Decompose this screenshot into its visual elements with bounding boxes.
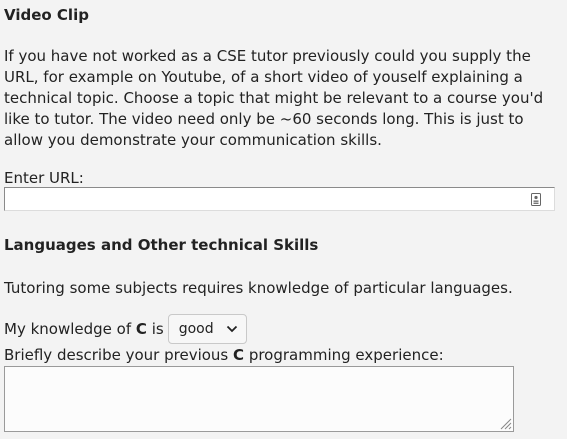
experience-label: Briefly describe your previous C program… bbox=[4, 345, 444, 365]
describe-suffix: programming experience: bbox=[248, 346, 444, 364]
experience-textarea[interactable] bbox=[5, 367, 513, 431]
video-clip-instructions: If you have not worked as a CSE tutor pr… bbox=[4, 47, 544, 149]
knowledge-row: My knowledge of C is good bbox=[4, 314, 247, 344]
knowledge-language: C bbox=[135, 320, 147, 338]
resize-grip-icon[interactable] bbox=[498, 416, 512, 430]
knowledge-level-value: good bbox=[178, 321, 214, 337]
knowledge-level-select[interactable]: good bbox=[167, 314, 247, 344]
knowledge-prefix: My knowledge of bbox=[4, 320, 132, 338]
video-clip-heading: Video Clip bbox=[4, 6, 89, 24]
url-label: Enter URL: bbox=[4, 169, 84, 187]
chevron-down-icon bbox=[226, 325, 237, 333]
experience-field[interactable] bbox=[4, 366, 514, 432]
describe-prefix: Briefly describe your previous bbox=[4, 346, 229, 364]
url-input[interactable] bbox=[5, 188, 554, 210]
form-page: Video Clip If you have not worked as a C… bbox=[0, 0, 567, 439]
languages-heading: Languages and Other technical Skills bbox=[4, 236, 319, 254]
languages-intro: Tutoring some subjects requires knowledg… bbox=[4, 279, 513, 297]
knowledge-is: is bbox=[151, 320, 164, 338]
url-field[interactable] bbox=[4, 187, 555, 211]
contact-card-icon[interactable] bbox=[531, 193, 541, 206]
describe-language: C bbox=[233, 346, 245, 364]
